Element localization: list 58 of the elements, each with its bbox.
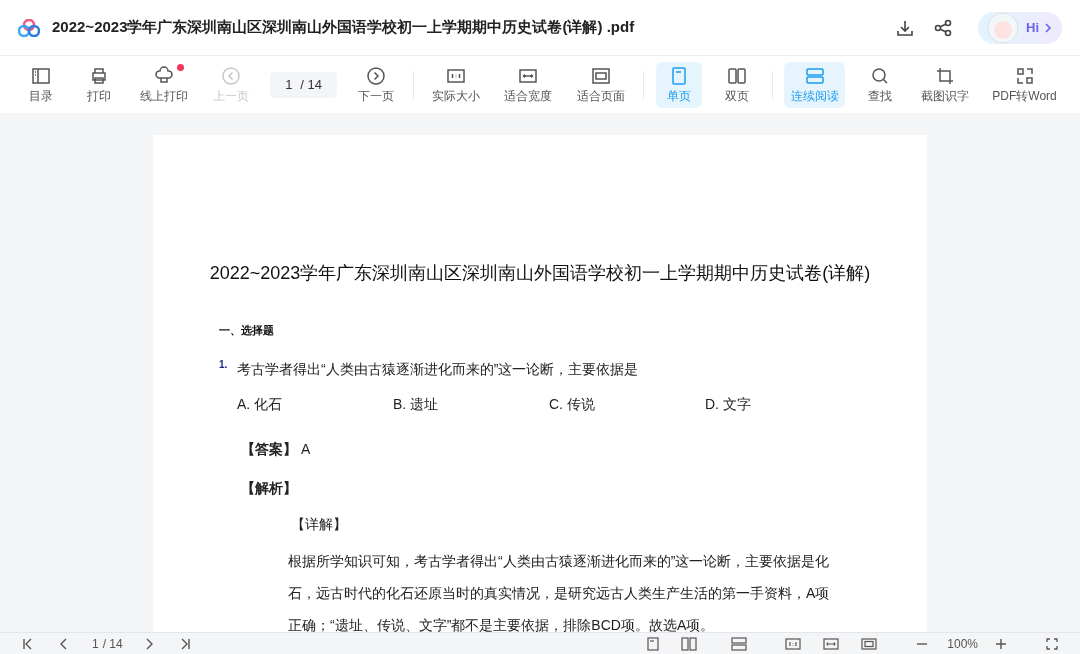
toolbar-button[interactable]: 线上打印	[134, 61, 195, 108]
question-text: 考古学者得出“人类由古猿逐渐进化而来的”这一论断，主要依据是	[237, 359, 639, 379]
toolbar-button[interactable]: 实际大小	[425, 61, 487, 108]
toolbar-button[interactable]: 查找	[856, 61, 903, 108]
assistant-button[interactable]: Hi	[978, 11, 1062, 44]
avatar-icon	[986, 10, 1020, 45]
continuous-page-icon	[804, 66, 825, 86]
first-page-icon[interactable]	[22, 637, 34, 650]
answer-option: A. 化石	[237, 393, 393, 415]
page-number-field[interactable]: 1 / 14	[270, 71, 338, 98]
answer-option: B. 遗址	[393, 393, 549, 415]
single-page-icon[interactable]	[647, 636, 660, 651]
actual-size-icon[interactable]	[785, 637, 802, 650]
cloud-printer-icon	[154, 66, 175, 86]
outline-icon	[31, 66, 51, 86]
toolbar-button[interactable]: 下一页	[351, 61, 401, 108]
double-page-icon	[726, 66, 747, 86]
fit-page-icon	[590, 66, 611, 86]
download-icon[interactable]	[896, 18, 914, 37]
fit-width-icon	[518, 66, 539, 86]
fit-page-icon[interactable]	[861, 637, 878, 650]
toolbar-button[interactable]: PDF转Word	[987, 61, 1062, 108]
previous-page-icon[interactable]	[60, 637, 68, 650]
toolbar-button[interactable]: 双页	[713, 61, 760, 108]
section-heading: 一、选择题	[219, 323, 275, 338]
toolbar-button[interactable]: 打印	[76, 61, 122, 108]
answer-label: 【答案】	[241, 439, 297, 459]
toolbar-button[interactable]: 目录	[18, 61, 64, 108]
answer-option: D. 文字	[705, 393, 861, 415]
page-count: / 14	[102, 635, 123, 653]
fullscreen-icon[interactable]	[1046, 637, 1058, 650]
detail-label: 【详解】	[291, 514, 348, 534]
zoom-level: 100%	[947, 635, 978, 653]
explanation-paragraph: 根据所学知识可知，考古学者得出“人类由古猿逐渐进化而来的”这一论断，主要依据是化石，远古时代的化石还原当时的真实情况，是研究远古人类生产生活的第一手资料，A项正确；“遗址、传说、文字”都不是主要依据，排除BCD项。故选A项。	[288, 551, 831, 632]
question-number: 1.	[219, 357, 229, 372]
toolbar-button[interactable]: 适合页面	[570, 61, 631, 108]
share-icon[interactable]	[934, 18, 952, 37]
answer-text: A	[301, 439, 311, 459]
toolbar-button[interactable]: 截图识字	[914, 61, 976, 108]
page-number-field[interactable]: 1	[92, 634, 99, 653]
chevron-right-icon	[1045, 22, 1052, 33]
previous-page-icon	[221, 66, 242, 86]
window-title: 2022~2023学年广东深圳南山区深圳南山外国语学校初一上学期期中历史试卷(详解) .pdf	[52, 17, 635, 38]
next-page-icon[interactable]	[144, 637, 153, 650]
search-icon	[869, 66, 890, 86]
crop-icon	[934, 66, 955, 86]
answer-option: C. 传说	[549, 393, 705, 415]
toolbar-button[interactable]: 适合宽度	[498, 61, 559, 108]
actual-size-icon	[445, 66, 466, 86]
double-page-icon[interactable]	[681, 636, 698, 651]
zoom-in-icon[interactable]	[996, 638, 1006, 649]
app-logo-icon	[18, 18, 40, 37]
continuous-page-icon[interactable]	[731, 636, 748, 651]
analysis-label: 【解析】	[241, 478, 298, 498]
document-title: 2022~2023学年广东深圳南山区深圳南山外国语学校初一上学期期中历史试卷(详解)	[208, 262, 872, 285]
fit-width-icon[interactable]	[823, 637, 840, 650]
printer-icon	[89, 66, 109, 86]
next-page-icon	[366, 66, 386, 86]
